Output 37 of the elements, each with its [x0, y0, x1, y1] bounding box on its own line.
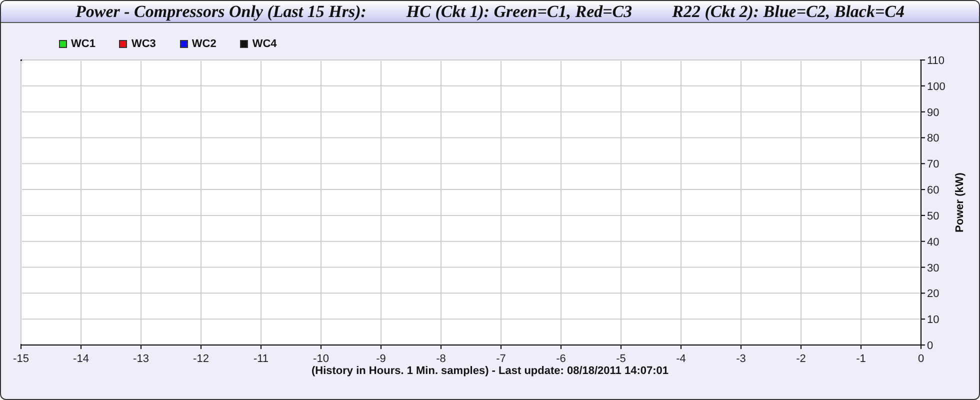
x-tick-label: -10 [313, 353, 329, 365]
x-tick-label: -11 [253, 353, 269, 365]
x-tick-label: -15 [13, 353, 29, 365]
x-tick-label: -8 [436, 353, 446, 365]
x-tick-label: -4 [676, 353, 686, 365]
y-tick-label: 10 [927, 314, 940, 326]
x-tick-label: -12 [193, 353, 209, 365]
chart-title: Power - Compressors Only (Last 15 Hrs): [76, 1, 366, 23]
x-tick-label: -13 [133, 353, 149, 365]
x-tick-label: -9 [376, 353, 386, 365]
legend-label: WC4 [252, 36, 277, 52]
legend-label: WC3 [131, 36, 156, 52]
x-tick-label: -3 [736, 353, 746, 365]
x-tick-label: -7 [496, 353, 506, 365]
x-axis-title: (History in Hours. 1 Min. samples) - Last update: 08/18/2011 14:07:01 [311, 364, 669, 379]
y-tick-label: 90 [927, 106, 940, 119]
chart-title: R22 (Ckt 2): Blue=C2, Black=C4 [672, 1, 904, 23]
y-tick-label: 50 [927, 210, 940, 222]
y-axis-title: Power (kW) [954, 172, 966, 232]
chart-title: HC (Ckt 1): Green=C1, Red=C3 [406, 1, 632, 23]
y-tick-label: 0 [927, 340, 934, 352]
y-tick-label: 40 [927, 236, 940, 248]
x-tick-label: -5 [616, 353, 626, 365]
legend-label: WC2 [192, 36, 216, 52]
y-tick-label: 80 [927, 132, 940, 145]
x-tick-label: -2 [796, 353, 806, 365]
y-tick-label: 30 [927, 262, 940, 274]
x-tick-label: -14 [73, 353, 89, 365]
y-tick-label: 110 [927, 55, 945, 67]
y-tick-label: 70 [927, 158, 940, 171]
x-tick-label: -6 [556, 353, 566, 365]
x-tick-label: -1 [856, 353, 866, 365]
y-tick-label: 60 [927, 184, 940, 197]
y-tick-label: 20 [927, 288, 940, 300]
x-tick-label: 0 [918, 353, 924, 365]
legend-label: WC1 [71, 36, 96, 52]
y-tick-label: 100 [927, 80, 946, 93]
